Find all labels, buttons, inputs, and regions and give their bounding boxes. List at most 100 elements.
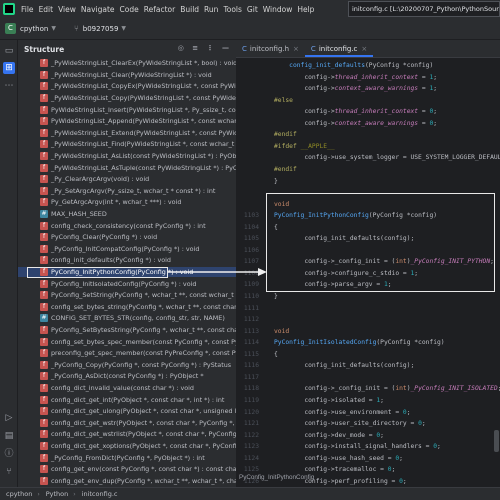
code-line[interactable]: } xyxy=(236,176,500,188)
structure-item[interactable]: # MAX_HASH_SEED xyxy=(18,209,236,220)
structure-item[interactable]: f config_dict_get_wstrlist(PyObject *, co… xyxy=(18,429,236,440)
structure-item[interactable]: f _PyConfig_InitCompatConfig(PyConfig *) … xyxy=(18,244,236,255)
menu-items: File Edit View Navigate Code Refactor Build Run… xyxy=(21,5,319,14)
code-line[interactable]: 1116 config_init_defaults(config); xyxy=(236,360,500,372)
code-line[interactable]: 1115 { xyxy=(236,349,500,361)
breadcrumb-item[interactable]: cpython xyxy=(6,490,32,498)
close-icon[interactable]: × xyxy=(293,45,299,53)
function-breadcrumb[interactable]: PyConfig_InitPythonConfig xyxy=(239,474,314,481)
code-line[interactable]: 1110} xyxy=(236,291,500,303)
structure-item[interactable]: f PyWideStringList_Append(PyWideStringLis… xyxy=(18,116,236,127)
code-line[interactable]: 1124 config->use_hash_seed = 0; xyxy=(236,453,500,465)
structure-icon[interactable]: ⊞ xyxy=(3,62,15,74)
menu-item[interactable]: Tools xyxy=(223,5,241,14)
structure-item[interactable]: f _PyWideStringList_Extend(PyWideStringLi… xyxy=(18,128,236,139)
folder-icon[interactable]: ▭ xyxy=(3,45,15,57)
menu-item[interactable]: Build xyxy=(180,5,199,14)
code-line[interactable]: 1118 config->_config_init = (int)_PyConf… xyxy=(236,383,500,395)
close-icon[interactable]: × xyxy=(361,45,367,53)
structure-item[interactable]: f config_dict_get_ulong(PyObject *, const… xyxy=(18,406,236,417)
code-line[interactable]: 1117 xyxy=(236,372,500,384)
more-icon[interactable]: ⋯ xyxy=(3,80,15,92)
project-badge[interactable]: C xyxy=(5,23,16,34)
structure-item[interactable]: f _PyWideStringList_ClearEx(PyWideStringL… xyxy=(18,58,236,69)
structure-item[interactable]: f config_get_env(const PyConfig *, const … xyxy=(18,464,236,475)
structure-item[interactable]: f _PyConfig_AsDict(const PyConfig *) : Py… xyxy=(18,371,236,382)
menu-item[interactable]: Run xyxy=(204,5,218,14)
git-icon[interactable]: ⑂ xyxy=(3,466,15,478)
editor-scrollbar[interactable] xyxy=(494,430,499,452)
code-line[interactable]: config->context_aware_warnings = 0; xyxy=(236,118,500,130)
menu-item[interactable]: Help xyxy=(297,5,314,14)
code-line[interactable]: 1111 xyxy=(236,303,500,315)
structure-item[interactable]: f PyWideStringList_Insert(PyWideStringLis… xyxy=(18,104,236,115)
code-line[interactable]: config->use_system_logger = USE_SYSTEM_L… xyxy=(236,152,500,164)
editor-tab[interactable]: Cinitconfig.c × xyxy=(304,40,374,57)
menu-item[interactable]: Window xyxy=(263,5,293,14)
code-line[interactable]: 1113 void xyxy=(236,326,500,338)
editor-tabs: Cinitconfig.h × Cinitconfig.c × xyxy=(236,40,500,58)
structure-item[interactable]: f _PyWideStringList_Copy(PyWideStringList… xyxy=(18,93,236,104)
structure-item[interactable]: f _PyWideStringList_CopyEx(PyWideStringLi… xyxy=(18,81,236,92)
structure-item[interactable]: f PyConfig_SetBytesString(PyConfig *, wch… xyxy=(18,325,236,336)
menu-item[interactable]: File xyxy=(21,5,34,14)
code-line[interactable]: config_init_defaults(PyConfig *config) xyxy=(236,60,500,72)
code-line[interactable]: #endif xyxy=(236,164,500,176)
structure-item[interactable]: f config_dict_get_xoptions(PyObject *, co… xyxy=(18,441,236,452)
code-line[interactable]: #ifdef __APPLE__ xyxy=(236,141,500,153)
structure-item[interactable]: f _PyWideStringList_AsTuple(const PyWideS… xyxy=(18,162,236,173)
structure-item[interactable]: f _PyConfig_FromDict(PyConfig *, PyObject… xyxy=(18,452,236,463)
structure-item-label: preconfig_get_spec_member(const PyPreCon… xyxy=(51,349,236,358)
code-line[interactable]: 1122 config->dev_mode = 0; xyxy=(236,430,500,442)
structure-item[interactable]: f _PyConfig_Copy(PyConfig *, const PyConf… xyxy=(18,360,236,371)
menu-item[interactable]: Navigate xyxy=(81,5,115,14)
code-line[interactable]: 1114 PyConfig_InitIsolatedConfig(PyConfig… xyxy=(236,337,500,349)
code-line[interactable]: #endif xyxy=(236,129,500,141)
project-name[interactable]: cpython xyxy=(20,25,48,33)
structure-item[interactable]: f config_check_consistency(const PyConfig… xyxy=(18,220,236,231)
branch-name[interactable]: b0927059 xyxy=(83,25,119,33)
structure-item[interactable]: f config_get_env_dup(PyConfig *, wchar_t … xyxy=(18,476,236,487)
code-line[interactable]: 1119 config->isolated = 1; xyxy=(236,395,500,407)
breadcrumb-item[interactable]: Python xyxy=(46,490,69,498)
run-icon[interactable]: ▷ xyxy=(3,412,15,424)
function-icon: f xyxy=(40,163,48,172)
code-line[interactable]: config->context_aware_warnings = 1; xyxy=(236,83,500,95)
structure-item[interactable]: f config_set_bytes_spec_member(const PyCo… xyxy=(18,336,236,347)
structure-tool-icons[interactable]: ◎ ≡ ⋮ — xyxy=(178,44,232,52)
menu-item[interactable]: Code xyxy=(120,5,139,14)
breadcrumb-item[interactable]: initconfig.c xyxy=(82,490,118,498)
menu-item[interactable]: Git xyxy=(247,5,258,14)
structure-item[interactable]: f Py_GetArgcArgv(int *, wchar_t ***) : vo… xyxy=(18,197,236,208)
menu-item[interactable]: Edit xyxy=(39,5,54,14)
structure-item[interactable]: f PyConfig_SetString(PyConfig *, wchar_t … xyxy=(18,290,236,301)
problems-icon[interactable]: ⓘ xyxy=(3,448,15,460)
chevron-down-icon[interactable]: ▼ xyxy=(121,25,126,32)
structure-item[interactable]: f config_dict_invalid_value(const char *)… xyxy=(18,383,236,394)
code-line[interactable]: #else xyxy=(236,95,500,107)
structure-item[interactable]: f config_dict_get_wstr(PyObject *, const … xyxy=(18,418,236,429)
structure-item[interactable]: f config_set_bytes_string(PyConfig *, wch… xyxy=(18,302,236,313)
structure-item[interactable]: f _PyWideStringList_Find(PyWideStringList… xyxy=(18,139,236,150)
code-line[interactable]: config->thread_inherit_context = 1; xyxy=(236,72,500,84)
code-line[interactable]: config->thread_inherit_context = 0; xyxy=(236,106,500,118)
structure-item[interactable]: f _Py_ClearArgcArgv(void) : void xyxy=(18,174,236,185)
structure-item[interactable]: f _PyWideStringList_Clear(PyWideStringLis… xyxy=(18,70,236,81)
code-line[interactable]: 1120 config->use_environment = 0; xyxy=(236,407,500,419)
terminal-icon[interactable]: ▤ xyxy=(3,430,15,442)
structure-item[interactable]: f config_dict_get_int(PyObject *, const c… xyxy=(18,394,236,405)
editor-tab[interactable]: Cinitconfig.h × xyxy=(236,40,305,57)
code-line[interactable]: 1112 xyxy=(236,314,500,326)
code-line[interactable]: 1123 config->install_signal_handlers = 0… xyxy=(236,441,500,453)
chevron-down-icon[interactable]: ▼ xyxy=(51,25,56,32)
structure-item[interactable]: f _PyWideStringList_AsList(const PyWideSt… xyxy=(18,151,236,162)
structure-item-label: _PyWideStringList_AsTuple(const PyWideSt… xyxy=(51,163,236,172)
structure-item[interactable]: f preconfig_get_spec_member(const PyPreCo… xyxy=(18,348,236,359)
structure-item[interactable]: # CONFIG_SET_BYTES_STR(config, config_str… xyxy=(18,313,236,324)
menu-item[interactable]: View xyxy=(58,5,76,14)
menu-item[interactable]: Refactor xyxy=(144,5,175,14)
code-line[interactable]: 1121 config->user_site_directory = 0; xyxy=(236,418,500,430)
structure-item[interactable]: f PyConfig_Clear(PyConfig *) : void xyxy=(18,232,236,243)
structure-item[interactable]: f _Py_SetArgcArgv(Py_ssize_t, wchar_t * c… xyxy=(18,186,236,197)
structure-item-label: config_get_env(const PyConfig *, const c… xyxy=(51,465,236,474)
